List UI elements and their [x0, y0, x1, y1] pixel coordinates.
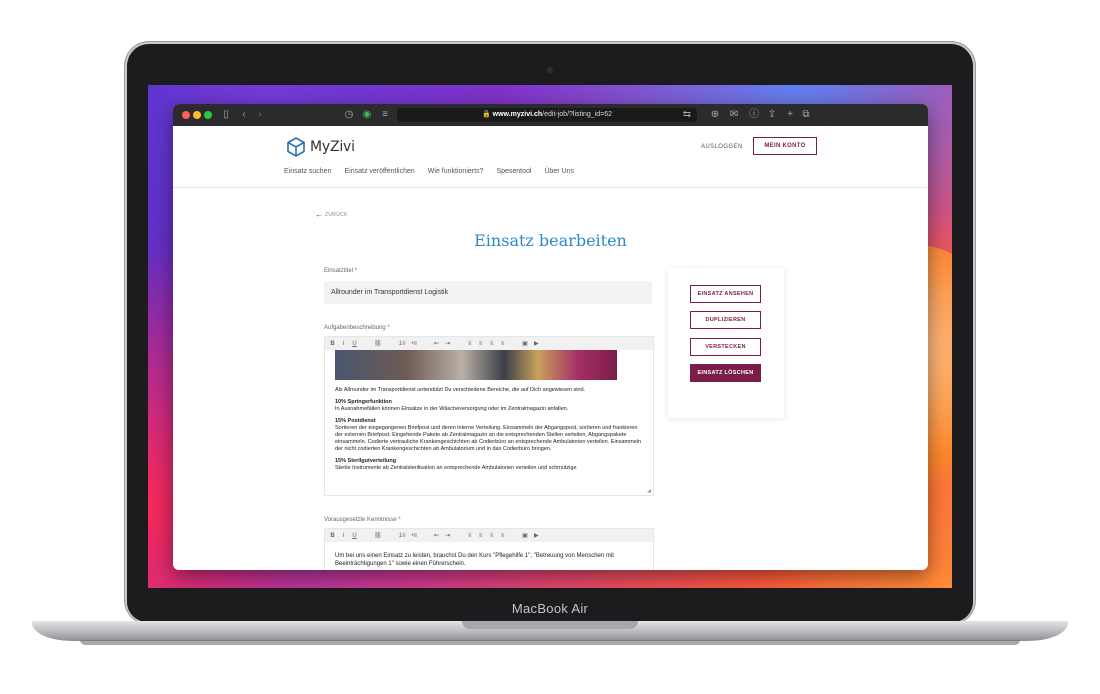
ordered-list-icon[interactable]: 1≡: [399, 341, 406, 347]
align-left-icon[interactable]: ≡: [467, 533, 472, 539]
duplicate-button[interactable]: DUPLIZIEREN: [690, 311, 761, 329]
description-editor-body: Als Allrounder im Transportdienst unters…: [325, 350, 653, 472]
hide-button[interactable]: VERSTECKEN: [690, 338, 761, 356]
align-center-icon[interactable]: ≡: [478, 533, 483, 539]
align-right-icon[interactable]: ≡: [489, 341, 494, 347]
arrow-left-icon: ←: [315, 210, 324, 219]
bullet-list-icon[interactable]: •≡: [411, 533, 417, 539]
skills-editor[interactable]: B I U ⛓ 1≡ •≡ ⇤ ⇥ ≡ ≡ ≡ ≡ ▣ ▶ Um bei uns…: [324, 528, 654, 570]
minimize-window-button[interactable]: [193, 111, 201, 119]
site-header: MyZivi Einsatz suchen Einsatz veröffentl…: [173, 126, 928, 188]
link-icon[interactable]: ⛓: [374, 340, 382, 347]
italic-icon[interactable]: I: [341, 533, 346, 539]
browser-window: ▯ ‹ › ◷ ◉ ≡ 🔒 www.myzivi.ch/edit-job/?li…: [173, 104, 928, 570]
align-justify-icon[interactable]: ≡: [500, 341, 505, 347]
info-icon[interactable]: ⓘ: [749, 108, 759, 122]
reader-icon[interactable]: ≡: [380, 108, 390, 122]
back-icon[interactable]: ‹: [239, 108, 249, 122]
nav-item-einsatz-suchen[interactable]: Einsatz suchen: [284, 168, 331, 175]
device-label: MacBook Air: [511, 601, 589, 616]
bullet-list-icon[interactable]: •≡: [411, 341, 417, 347]
laptop-foot: [80, 640, 1020, 645]
description-editor-toolbar: B I U ⛓ 1≡ •≡ ⇤ ⇥ ≡ ≡ ≡ ≡ ▣ ▶: [325, 337, 653, 350]
bold-icon[interactable]: B: [330, 533, 335, 539]
logout-link[interactable]: AUSLOGGEN: [701, 144, 743, 150]
title-input[interactable]: Allrounder im Transportdienst Logistik: [324, 281, 652, 304]
translate-icon[interactable]: ⇆: [682, 108, 692, 122]
tabs-overview-icon[interactable]: ⧉: [801, 108, 811, 122]
skills-editor-toolbar: B I U ⛓ 1≡ •≡ ⇤ ⇥ ≡ ≡ ≡ ≡ ▣ ▶: [325, 529, 653, 542]
image-icon[interactable]: ▣: [522, 340, 528, 347]
section-text: Sortieren der eingegangenen Briefpost un…: [335, 425, 642, 452]
laptop-notch: [462, 621, 638, 629]
indent-icon[interactable]: ⇥: [445, 532, 450, 539]
url-host: www.myzivi.ch: [492, 111, 543, 118]
forward-icon[interactable]: ›: [255, 108, 265, 122]
embedded-photo: [335, 350, 617, 380]
extension-icon[interactable]: ◉: [362, 108, 372, 122]
indent-icon[interactable]: ⇥: [445, 340, 450, 347]
nav-item-wie-funktionierts[interactable]: Wie funktionierts?: [428, 168, 484, 175]
site-logo[interactable]: MyZivi: [287, 136, 355, 158]
section-heading: 15% Postdienst: [335, 418, 376, 424]
align-left-icon[interactable]: ≡: [467, 341, 472, 347]
link-icon[interactable]: ⛓: [374, 532, 382, 539]
close-window-button[interactable]: [182, 111, 190, 119]
zoom-window-button[interactable]: [204, 111, 212, 119]
lock-icon: 🔒: [481, 111, 491, 118]
ordered-list-icon[interactable]: 1≡: [399, 533, 406, 539]
section-heading: 10% Springerfunktion: [335, 399, 392, 405]
title-field-label: Einsatztitel *: [324, 268, 358, 274]
underline-icon[interactable]: U: [352, 341, 357, 347]
share-icon[interactable]: ⇪: [767, 108, 777, 122]
mail-icon[interactable]: ✉: [729, 108, 739, 122]
align-center-icon[interactable]: ≡: [478, 341, 483, 347]
browser-toolbar: ▯ ‹ › ◷ ◉ ≡ 🔒 www.myzivi.ch/edit-job/?li…: [173, 104, 928, 126]
privacy-icon[interactable]: ◷: [344, 108, 354, 122]
camera: [547, 67, 553, 73]
actions-card: EINSATZ ANSEHEN DUPLIZIEREN VERSTECKEN E…: [668, 268, 784, 418]
description-editor[interactable]: B I U ⛓ 1≡ •≡ ⇤ ⇥ ≡ ≡ ≡ ≡ ▣ ▶ Als Allrou…: [324, 336, 654, 496]
underline-icon[interactable]: U: [352, 533, 357, 539]
align-right-icon[interactable]: ≡: [489, 533, 494, 539]
resize-handle-icon[interactable]: ◢: [647, 488, 651, 494]
cube-logo-icon: [287, 137, 305, 157]
account-button[interactable]: MEIN KONTO: [753, 137, 817, 155]
back-link[interactable]: ← ZURÜCK: [315, 210, 348, 219]
section-text: In Ausnahmefällen können Einsätze in der…: [335, 406, 569, 412]
skills-field-label: Vorausgesetzte Kenntnisse *: [324, 517, 401, 523]
sidebar-icon[interactable]: ▯: [220, 108, 232, 122]
download-icon[interactable]: ⊕: [710, 108, 720, 122]
bold-icon[interactable]: B: [330, 341, 335, 347]
skills-editor-body: Um bei uns einen Einsatz zu leisten, bra…: [325, 542, 653, 568]
video-icon[interactable]: ▶: [534, 532, 539, 539]
main-nav: Einsatz suchen Einsatz veröffentlichen W…: [284, 168, 574, 175]
back-link-label: ZURÜCK: [325, 211, 348, 218]
description-section: 10% Springerfunktion In Ausnahmefällen k…: [335, 399, 643, 413]
new-tab-icon[interactable]: +: [785, 108, 795, 122]
page-title: Einsatz bearbeiten: [474, 231, 627, 250]
outdent-icon[interactable]: ⇤: [434, 340, 439, 347]
nav-item-spesentool[interactable]: Spesentool: [496, 168, 531, 175]
url-bar[interactable]: 🔒 www.myzivi.ch/edit-job/?listing_id=62: [397, 108, 697, 122]
nav-item-einsatz-veroeffentlichen[interactable]: Einsatz veröffentlichen: [344, 168, 414, 175]
description-field-label: Aufgabenbeschreibung *: [324, 325, 390, 331]
url-path: /edit-job/?listing_id=62: [542, 111, 613, 118]
italic-icon[interactable]: I: [341, 341, 346, 347]
description-intro: Als Allrounder im Transportdienst unters…: [335, 387, 586, 393]
align-justify-icon[interactable]: ≡: [500, 533, 505, 539]
view-listing-button[interactable]: EINSATZ ANSEHEN: [690, 285, 761, 303]
outdent-icon[interactable]: ⇤: [434, 532, 439, 539]
image-icon[interactable]: ▣: [522, 532, 528, 539]
skills-text: Um bei uns einen Einsatz zu leisten, bra…: [335, 553, 614, 567]
nav-item-ueber-uns[interactable]: Über Uns: [544, 168, 574, 175]
logo-text: MyZivi: [310, 139, 355, 155]
section-text: Sterile Instrumente ab Zentralsterilisat…: [335, 465, 577, 471]
delete-listing-button[interactable]: EINSATZ LÖSCHEN: [690, 364, 761, 382]
description-section: 15% Sterilgutverteilung Sterile Instrume…: [335, 458, 643, 472]
description-section: 15% Postdienst Sortieren der eingegangen…: [335, 418, 643, 453]
section-heading: 15% Sterilgutverteilung: [335, 458, 397, 464]
video-icon[interactable]: ▶: [534, 340, 539, 347]
